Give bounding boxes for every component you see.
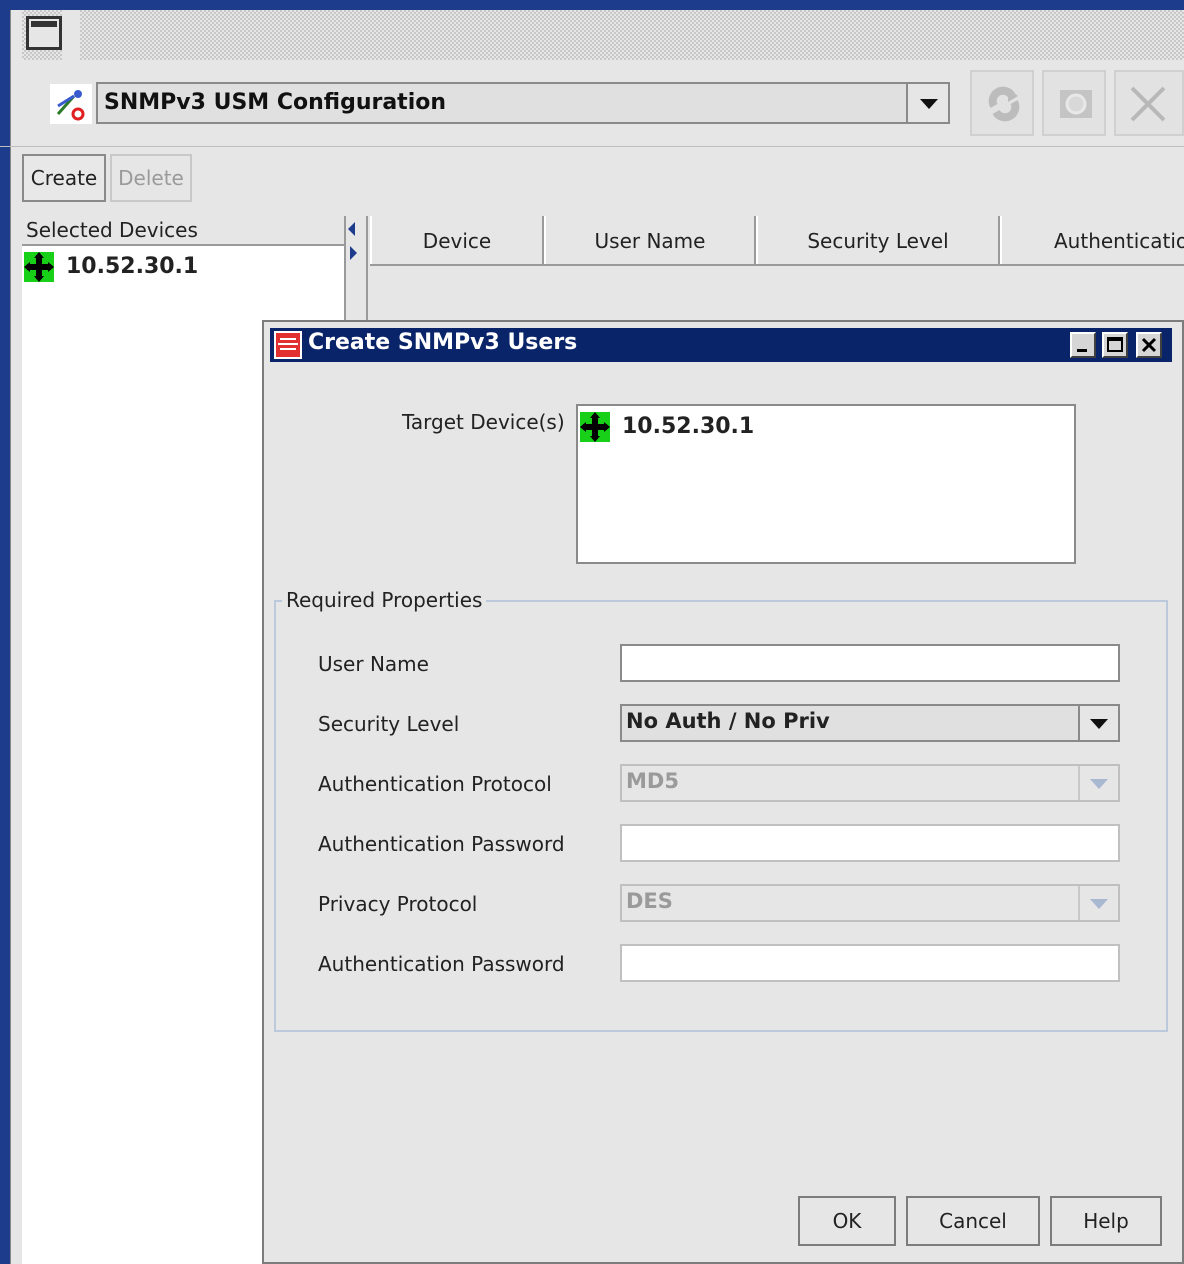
- create-button[interactable]: Create: [22, 154, 106, 202]
- maximize-button[interactable]: [1102, 332, 1128, 358]
- device-label: 10.52.30.1: [66, 254, 199, 279]
- maximize-icon: [1107, 337, 1123, 352]
- ok-button[interactable]: OK: [798, 1196, 896, 1246]
- user-name-label: User Name: [318, 652, 429, 676]
- window-border: [0, 0, 23, 1264]
- chevron-down-icon[interactable]: [1078, 706, 1118, 740]
- table-header: Device User Name Security Level Authenti…: [370, 216, 1184, 266]
- close-icon: [1130, 86, 1166, 122]
- cancel-button[interactable]: Cancel: [906, 1196, 1040, 1246]
- window-icon: [26, 16, 62, 50]
- selected-devices-header: Selected Devices: [22, 216, 344, 244]
- dialog-title: Create SNMPv3 Users: [308, 330, 578, 355]
- auth-password-label: Authentication Password: [318, 832, 565, 856]
- list-item[interactable]: 10.52.30.1: [22, 246, 342, 290]
- close-button[interactable]: [1136, 332, 1162, 358]
- auth-protocol-label: Authentication Protocol: [318, 772, 552, 796]
- privacy-protocol-value: DES: [626, 889, 673, 913]
- auth-password-input[interactable]: [620, 824, 1120, 862]
- dialog-app-icon: [274, 331, 302, 359]
- refresh-button[interactable]: [970, 70, 1034, 136]
- column-header-user-name[interactable]: User Name: [544, 216, 756, 264]
- security-level-value: No Auth / No Priv: [626, 709, 830, 733]
- minimize-button[interactable]: [1070, 332, 1096, 358]
- auth-protocol-value: MD5: [626, 769, 679, 793]
- toolbar-divider: [0, 146, 1184, 147]
- chevron-down-icon[interactable]: [906, 84, 948, 122]
- window-titlebar[interactable]: [22, 10, 1184, 60]
- delete-button[interactable]: Delete: [110, 154, 192, 202]
- device-node-icon: [24, 252, 54, 282]
- column-header-authentication[interactable]: Authentication: [1000, 216, 1184, 264]
- security-level-select[interactable]: No Auth / No Priv: [620, 704, 1120, 742]
- auth-protocol-select[interactable]: MD5: [620, 764, 1120, 802]
- panel-selector-value: SNMPv3 USM Configuration: [104, 90, 447, 115]
- close-panel-button[interactable]: [1114, 70, 1184, 136]
- column-header-device[interactable]: Device: [370, 216, 544, 264]
- privacy-protocol-select[interactable]: DES: [620, 884, 1120, 922]
- minimize-icon: [1077, 349, 1087, 352]
- security-level-label: Security Level: [318, 712, 460, 736]
- device-node-icon: [580, 412, 610, 442]
- target-devices-label: Target Device(s): [402, 410, 565, 434]
- close-icon: [1141, 337, 1157, 353]
- required-properties-legend: Required Properties: [282, 588, 487, 612]
- target-devices-list[interactable]: 10.52.30.1: [576, 404, 1076, 564]
- user-name-input[interactable]: [620, 644, 1120, 682]
- chevron-down-icon[interactable]: [1078, 766, 1118, 800]
- titlebar-spacer: [62, 10, 80, 60]
- list-item[interactable]: 10.52.30.1: [578, 406, 1074, 450]
- snapshot-button[interactable]: [1042, 70, 1106, 136]
- column-header-security-level[interactable]: Security Level: [756, 216, 1000, 264]
- window-top-border: [0, 0, 1184, 10]
- chevron-down-icon[interactable]: [1078, 886, 1118, 920]
- privacy-password-label: Authentication Password: [318, 952, 565, 976]
- camera-icon: [1060, 90, 1092, 118]
- usm-config-icon: [50, 84, 92, 124]
- privacy-password-input[interactable]: [620, 944, 1120, 982]
- panel-selector-dropdown[interactable]: SNMPv3 USM Configuration: [96, 82, 950, 124]
- help-button[interactable]: Help: [1050, 1196, 1162, 1246]
- collapse-left-icon[interactable]: [348, 222, 355, 236]
- privacy-protocol-label: Privacy Protocol: [318, 892, 478, 916]
- device-label: 10.52.30.1: [622, 414, 755, 439]
- dialog-titlebar[interactable]: Create SNMPv3 Users: [270, 328, 1172, 362]
- expand-right-icon[interactable]: [350, 246, 357, 260]
- refresh-icon: [988, 86, 1020, 122]
